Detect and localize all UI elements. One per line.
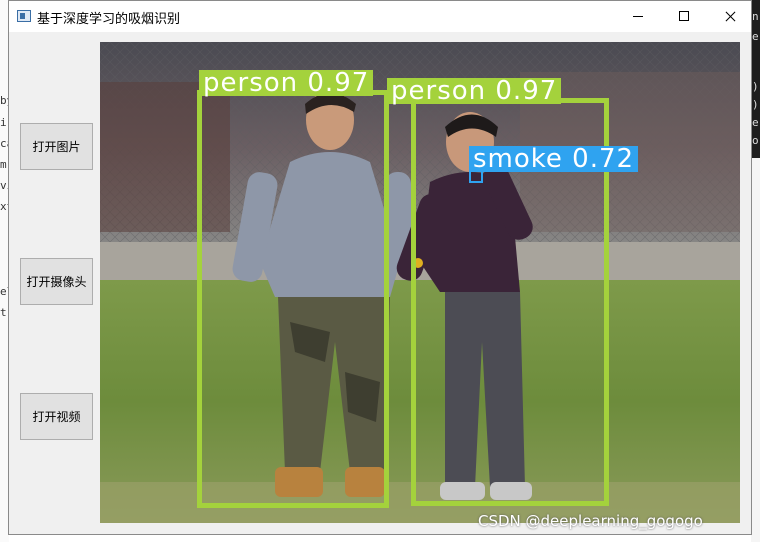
close-icon[interactable]: [707, 1, 753, 32]
background-right-lower: [751, 158, 760, 542]
app-window: 基于深度学习的吸烟识别 打开图片 打开摄像头 打开视频 person 0.97 …: [8, 0, 752, 535]
title-bar[interactable]: 基于深度学习的吸烟识别: [9, 1, 751, 32]
background-text: m: [0, 158, 7, 171]
open-image-button[interactable]: 打开图片: [20, 123, 93, 170]
minimize-icon[interactable]: [615, 1, 661, 32]
background-text: ): [752, 80, 759, 93]
maximize-icon[interactable]: [661, 1, 707, 32]
detection-image: person 0.97 person 0.97 smoke 0.72: [100, 42, 740, 523]
detection-box-person-1: [197, 90, 389, 508]
detection-label-person-2: person 0.97: [387, 78, 562, 104]
background-text: i: [0, 116, 7, 129]
open-video-button[interactable]: 打开视频: [20, 393, 93, 440]
background-text: e: [752, 116, 759, 129]
detection-label-person-1: person 0.97: [199, 70, 374, 96]
background-text: ): [752, 98, 759, 111]
csdn-watermark: CSDN @deeplearning_gogogo: [478, 512, 703, 530]
window-title: 基于深度学习的吸烟识别: [37, 12, 181, 27]
app-window-icon: [17, 10, 31, 22]
open-camera-button[interactable]: 打开摄像头: [20, 258, 93, 305]
detection-label-smoke: smoke 0.72: [469, 146, 639, 172]
background-text: o: [752, 134, 759, 147]
